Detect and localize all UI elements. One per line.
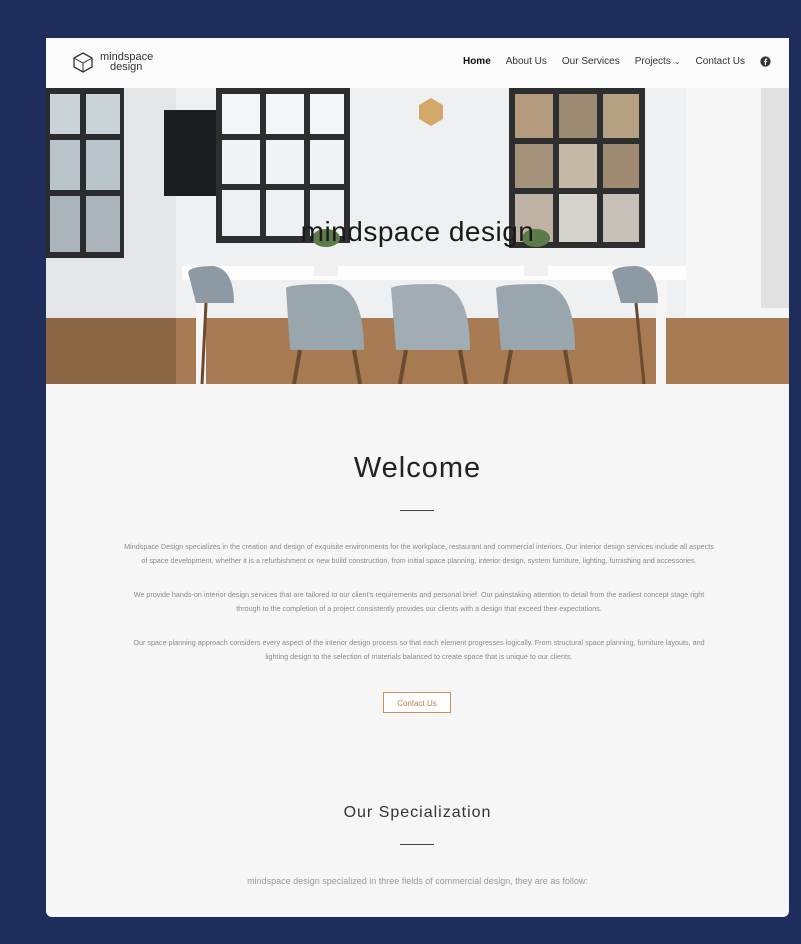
nav-projects[interactable]: Projects ⌄ xyxy=(635,56,681,67)
nav-about-us[interactable]: About Us xyxy=(506,56,547,67)
hero-title: mindspace design xyxy=(300,216,535,247)
specialization-divider xyxy=(400,844,434,845)
welcome-paragraph-2: We provide hands-on interior design serv… xyxy=(133,590,705,613)
specialization-subtitle: mindspace design specialized in three fi… xyxy=(247,876,588,886)
welcome-paragraph-1: Mindspace Design specializes in the crea… xyxy=(124,542,714,565)
logo-text: mindspace design xyxy=(100,52,153,73)
welcome-paragraph-3: Our space planning approach considers ev… xyxy=(133,638,705,661)
welcome-divider xyxy=(400,510,434,511)
specialization-heading: Our Specialization xyxy=(343,804,492,821)
page-frame: mindspace design Home About Us Our Servi… xyxy=(46,38,789,917)
nav-contact-us[interactable]: Contact Us xyxy=(696,56,745,67)
facebook-icon[interactable] xyxy=(760,56,771,67)
contact-us-button[interactable]: Contact Us xyxy=(383,692,451,713)
nav-our-services[interactable]: Our Services xyxy=(562,56,620,67)
site-header: mindspace design Home About Us Our Servi… xyxy=(46,38,789,88)
nav-projects-label: Projects xyxy=(634,56,671,67)
logo-cube-icon xyxy=(73,52,93,73)
welcome-heading: Welcome xyxy=(353,452,482,484)
main-nav: Home About Us Our Services Projects ⌄ Con… xyxy=(448,56,771,67)
site-logo[interactable]: mindspace design xyxy=(72,51,153,73)
logo-line-2: design xyxy=(110,61,143,73)
main-content: Welcome Mindspace Design specializes in … xyxy=(46,384,789,917)
nav-home[interactable]: Home xyxy=(463,56,491,67)
chevron-down-icon: ⌄ xyxy=(673,57,681,66)
hero-banner: mindspace design xyxy=(46,88,789,384)
